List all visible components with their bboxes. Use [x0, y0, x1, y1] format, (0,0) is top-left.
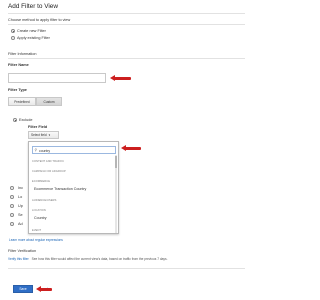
radio-partial-5-label: Ad [18, 221, 23, 226]
category-label: CAMPAIGN OR ADGROUP [32, 170, 66, 173]
save-button[interactable]: Save [13, 285, 33, 293]
verification-row: Verify this filter See how this filter w… [8, 257, 248, 261]
category-label: AUDIENCE/USERS [32, 199, 57, 202]
filter-verification-title: Filter Verification [8, 249, 37, 253]
regex-help-link[interactable]: Learn more about regular expressions [9, 238, 63, 242]
radio-create-new-filter[interactable] [11, 29, 15, 33]
divider [8, 13, 245, 14]
radio-apply-existing-filter[interactable] [11, 36, 15, 40]
filter-field-select-label: Select field [31, 133, 47, 137]
category-label: LOCATION [32, 209, 46, 212]
filter-type-label: Filter Type [8, 88, 27, 92]
annotation-arrow-shaft [114, 77, 131, 80]
filter-name-input[interactable] [8, 73, 106, 83]
annotation-arrow-shaft [125, 147, 141, 150]
annotation-arrow-shaft [40, 288, 52, 291]
radio-partial-1[interactable] [10, 186, 14, 190]
radio-exclude-label: Exclude [19, 117, 33, 122]
dropdown-search-value: country [39, 148, 51, 153]
category-label: CONTENT AND TRAFFIC [32, 160, 65, 163]
custom-button[interactable]: Custom [36, 97, 62, 106]
radio-partial-5[interactable] [10, 222, 14, 226]
category-label: EVENT [32, 229, 42, 232]
filter-field-select[interactable]: Select field ▾ [28, 131, 59, 139]
radio-partial-3-label: Up [18, 203, 23, 208]
radio-partial-3[interactable] [10, 204, 14, 208]
filter-name-label: Filter Name [8, 63, 29, 67]
radio-partial-1-label: Inc [18, 185, 24, 190]
dropdown-scrollbar-thumb[interactable] [115, 156, 117, 168]
method-prompt: Choose method to apply filter to view [8, 18, 71, 22]
divider [8, 268, 245, 269]
page-title: Add Filter to View [8, 3, 58, 10]
filter-field-dropdown: ⚲ country CONTENT AND TRAFFIC CAMPAIGN O… [28, 141, 119, 234]
radio-create-new-filter-label: Create new Filter [17, 28, 46, 33]
predefined-button[interactable]: Predefined [8, 97, 36, 106]
filter-info-title: Filter Information [8, 52, 37, 56]
divider [8, 24, 245, 25]
chevron-down-icon: ▾ [48, 133, 50, 137]
search-icon: ⚲ [34, 147, 38, 152]
radio-exclude[interactable] [13, 118, 17, 122]
radio-partial-2-label: Lo [18, 194, 23, 199]
radio-partial-2[interactable] [10, 195, 14, 199]
dropdown-option-country[interactable]: Country [34, 216, 47, 220]
filter-field-label: Filter Field [28, 125, 48, 129]
dropdown-search-input[interactable]: ⚲ country [32, 146, 116, 154]
radio-partial-4-label: Se [18, 212, 23, 217]
radio-apply-existing-filter-label: Apply existing Filter [17, 35, 50, 40]
verify-filter-link[interactable]: Verify this filter [8, 257, 29, 261]
verification-description: See how this filter would affect the cur… [31, 257, 168, 261]
radio-partial-4[interactable] [10, 213, 14, 217]
category-label: ECOMMERCE [32, 180, 51, 183]
dropdown-option-ecommerce-transaction-country[interactable]: Ecommerce Transaction Country [34, 187, 86, 191]
divider [8, 58, 245, 59]
